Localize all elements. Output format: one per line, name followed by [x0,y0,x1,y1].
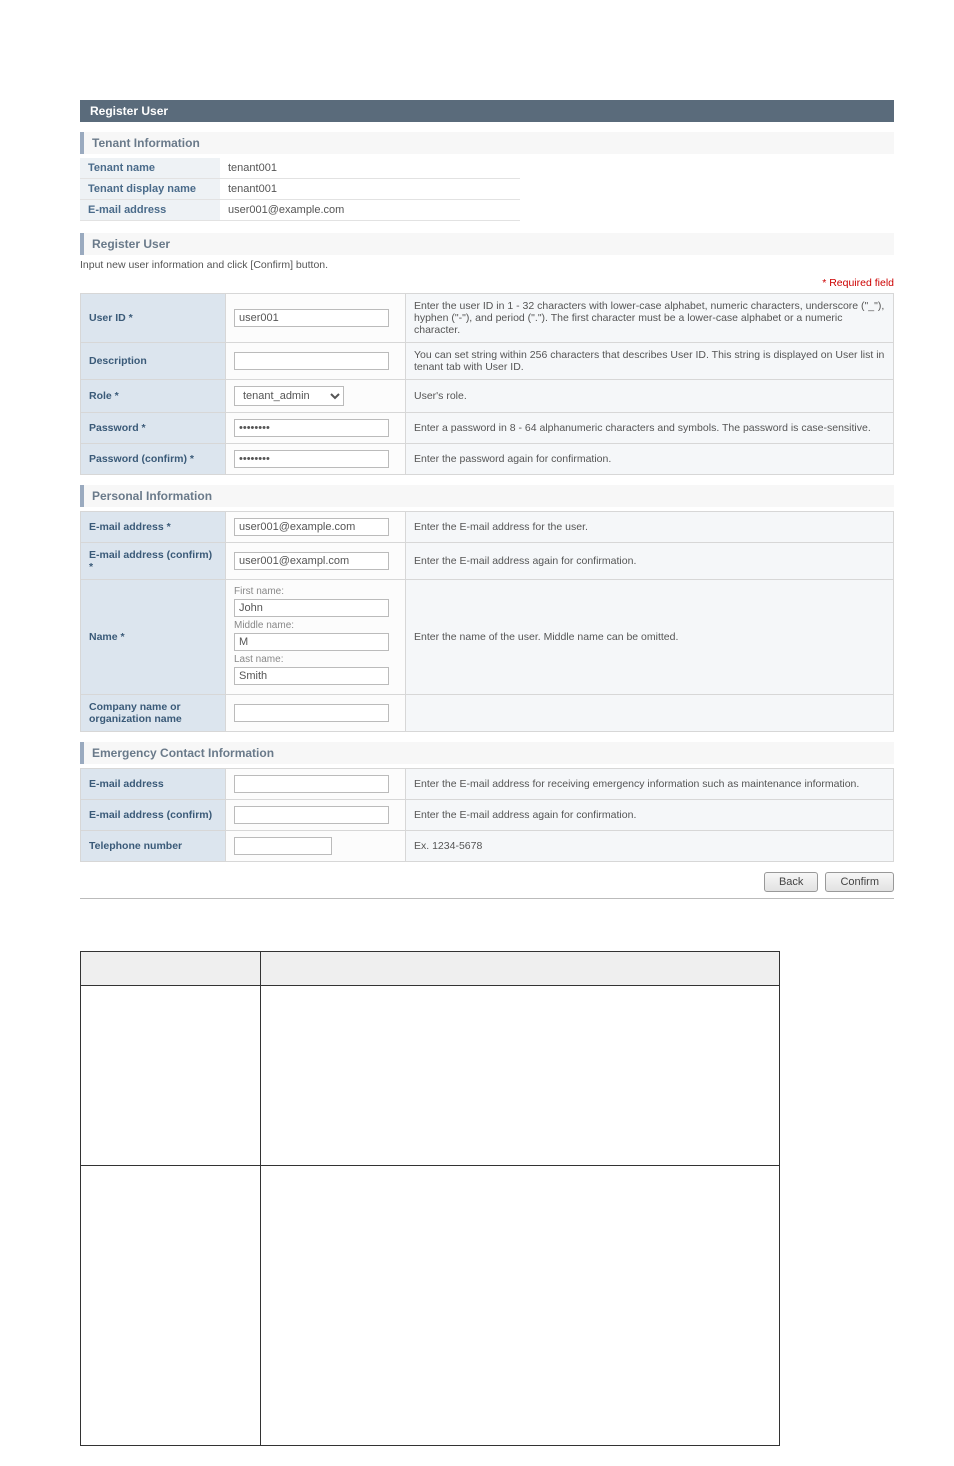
password-desc: Enter a password in 8 - 64 alphanumeric … [406,413,894,444]
first-name-sublabel: First name: [234,586,397,597]
pi-email-confirm-desc: Enter the E-mail address again for confi… [406,543,894,580]
section-tenant-info: Tenant Information [80,132,894,154]
section-register-user: Register User [80,233,894,255]
back-button[interactable]: Back [764,872,818,892]
pi-email-confirm-label: E-mail address (confirm) * [81,543,226,580]
register-note: Input new user information and click [Co… [80,259,894,271]
pi-email-label: E-mail address * [81,512,226,543]
tenant-name-value: tenant001 [220,158,520,179]
em-email-confirm-desc: Enter the E-mail address again for confi… [406,800,894,831]
user-id-input[interactable] [234,309,389,327]
password-confirm-input[interactable] [234,450,389,468]
pi-name-desc: Enter the name of the user. Middle name … [406,580,894,695]
section-personal-info: Personal Information [80,485,894,507]
tenant-email-value: user001@example.com [220,200,520,221]
first-name-input[interactable] [234,599,389,617]
last-name-input[interactable] [234,667,389,685]
user-id-desc: Enter the user ID in 1 - 32 characters w… [406,294,894,343]
tenant-info-table: Tenant name tenant001 Tenant display nam… [80,158,520,221]
em-telephone-desc: Ex. 1234-5678 [406,831,894,862]
lower-r1c1 [81,986,261,1166]
pi-company-input[interactable] [234,704,389,722]
em-email-confirm-label: E-mail address (confirm) [81,800,226,831]
middle-name-input[interactable] [234,633,389,651]
description-desc: You can set string within 256 characters… [406,343,894,380]
lower-r2c2 [261,1166,780,1446]
em-email-label: E-mail address [81,769,226,800]
required-field-note: * Required field [80,277,894,289]
em-telephone-label: Telephone number [81,831,226,862]
lower-th2 [261,952,780,986]
confirm-button[interactable]: Confirm [825,872,894,892]
lower-r2c1 [81,1166,261,1446]
lower-r1c2 [261,986,780,1166]
pi-name-label: Name * [81,580,226,695]
tenant-name-label: Tenant name [80,158,220,179]
password-confirm-label: Password (confirm) * [81,444,226,475]
personal-info-table: E-mail address * Enter the E-mail addres… [80,511,894,732]
em-email-desc: Enter the E-mail address for receiving e… [406,769,894,800]
section-emergency: Emergency Contact Information [80,742,894,764]
pi-email-desc: Enter the E-mail address for the user. [406,512,894,543]
pi-email-input[interactable] [234,518,389,536]
role-desc: User's role. [406,380,894,413]
lower-th1 [81,952,261,986]
role-label: Role * [81,380,226,413]
pi-company-label: Company name or organization name [81,695,226,732]
tenant-email-label: E-mail address [80,200,220,221]
em-email-confirm-input[interactable] [234,806,389,824]
middle-name-sublabel: Middle name: [234,620,397,631]
tenant-display-name-label: Tenant display name [80,179,220,200]
lower-blank-table [80,951,780,1446]
pi-company-desc [406,695,894,732]
em-email-input[interactable] [234,775,389,793]
description-input[interactable] [234,352,389,370]
password-confirm-desc: Enter the password again for confirmatio… [406,444,894,475]
tenant-display-name-value: tenant001 [220,179,520,200]
password-input[interactable] [234,419,389,437]
em-telephone-input[interactable] [234,837,332,855]
description-label: Description [81,343,226,380]
last-name-sublabel: Last name: [234,654,397,665]
password-label: Password * [81,413,226,444]
emergency-table: E-mail address Enter the E-mail address … [80,768,894,862]
divider [80,898,894,899]
user-id-label: User ID * [81,294,226,343]
register-user-table: User ID * Enter the user ID in 1 - 32 ch… [80,293,894,475]
role-select[interactable]: tenant_admin [234,386,344,406]
page-header: Register User [80,100,894,122]
pi-email-confirm-input[interactable] [234,552,389,570]
